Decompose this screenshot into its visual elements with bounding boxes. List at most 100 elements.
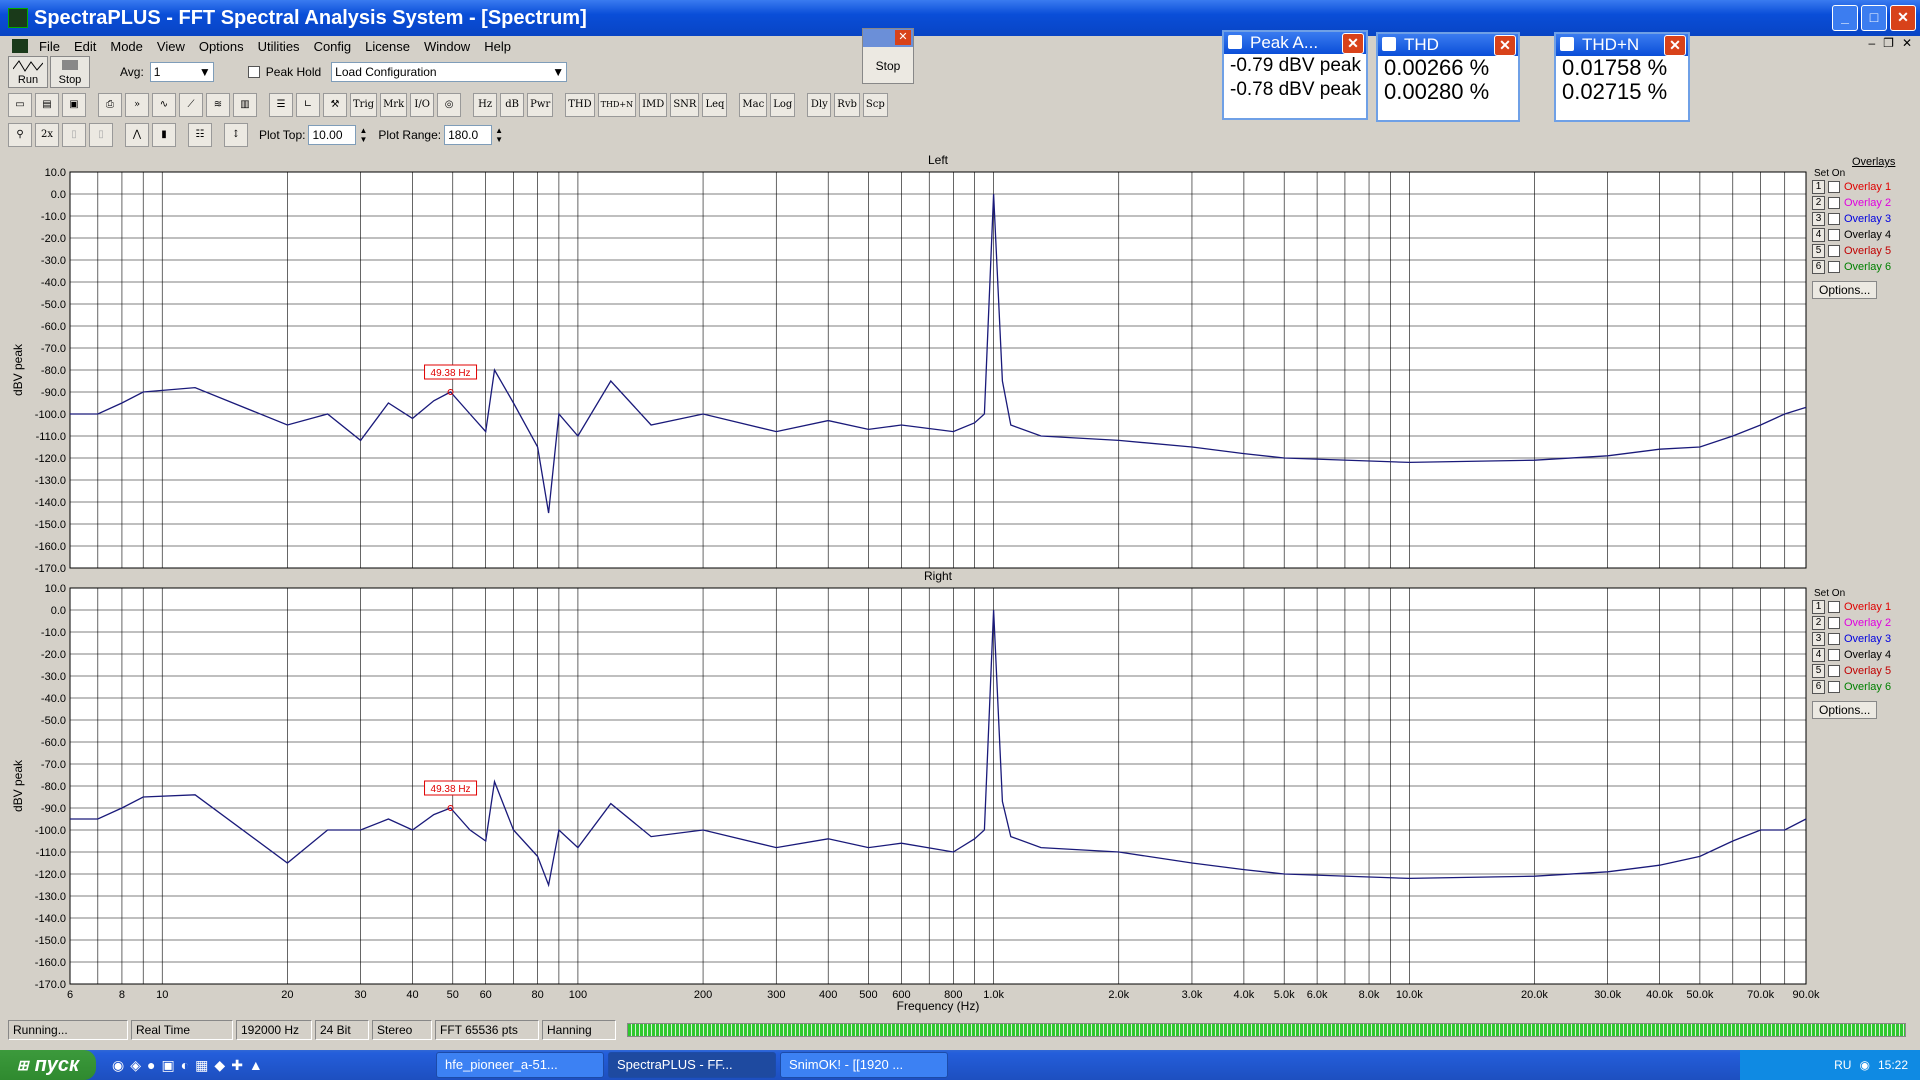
- open-folder-icon[interactable]: ▤: [35, 93, 59, 117]
- mdi-close-button[interactable]: ✕: [1902, 36, 1912, 50]
- overlay-checkbox[interactable]: [1828, 617, 1840, 629]
- overlay-options-button[interactable]: Options...: [1812, 281, 1878, 299]
- overlay-checkbox[interactable]: [1828, 181, 1840, 193]
- app-icon[interactable]: ▦: [195, 1057, 208, 1074]
- zoom-2x-icon[interactable]: 2x: [35, 123, 59, 147]
- minimize-button[interactable]: _: [1832, 5, 1858, 31]
- thd-button[interactable]: THD: [565, 93, 595, 117]
- close-icon[interactable]: ✕: [1342, 33, 1364, 54]
- signal-icon[interactable]: ∿: [152, 93, 176, 117]
- menu-file[interactable]: File: [32, 39, 67, 54]
- spectrum-charts[interactable]: Left10.00.0-10.0-20.0-30.0-40.0-50.0-60.…: [8, 152, 1914, 1016]
- snr-button[interactable]: SNR: [670, 93, 700, 117]
- mrk-button[interactable]: Mrk: [380, 93, 408, 117]
- overlay-checkbox[interactable]: [1828, 229, 1840, 241]
- overlay-set-button[interactable]: 1: [1812, 180, 1825, 194]
- overlay-checkbox[interactable]: [1828, 213, 1840, 225]
- spectrum-3d-icon[interactable]: ▥: [233, 93, 257, 117]
- menu-view[interactable]: View: [150, 39, 192, 54]
- app-icon[interactable]: ◆: [214, 1057, 225, 1074]
- rvb-button[interactable]: Rvb: [834, 93, 860, 117]
- table-icon[interactable]: ☷: [188, 123, 212, 147]
- overlay-set-button[interactable]: 3: [1812, 632, 1825, 646]
- overlay-set-button[interactable]: 6: [1812, 680, 1825, 694]
- stop-button[interactable]: Stop: [50, 56, 90, 88]
- menu-help[interactable]: Help: [477, 39, 518, 54]
- peak-hold-checkbox[interactable]: [247, 66, 260, 78]
- plot-top-input[interactable]: 10.00: [308, 125, 357, 145]
- task-document[interactable]: hfe_pioneer_a-51...: [436, 1052, 604, 1078]
- overlay-set-button[interactable]: 5: [1812, 244, 1825, 258]
- app-icon[interactable]: ◈: [130, 1057, 141, 1074]
- load-configuration-select[interactable]: Load Configuration ▼: [331, 62, 568, 82]
- overlay-checkbox[interactable]: [1828, 681, 1840, 693]
- menu-mode[interactable]: Mode: [103, 39, 150, 54]
- overlay-checkbox[interactable]: [1828, 665, 1840, 677]
- bands-icon[interactable]: ≋: [206, 93, 230, 117]
- generator-icon[interactable]: ◎: [437, 93, 462, 117]
- menu-window[interactable]: Window: [417, 39, 477, 54]
- ramp-icon[interactable]: ⟋: [179, 93, 203, 117]
- app-icon[interactable]: ▲: [249, 1057, 263, 1074]
- print-icon[interactable]: ⎙: [98, 93, 122, 117]
- menu-utilities[interactable]: Utilities: [251, 39, 307, 54]
- overlay-checkbox[interactable]: [1828, 601, 1840, 613]
- app-icon[interactable]: ✚: [231, 1057, 243, 1074]
- range-icon[interactable]: ↕: [224, 123, 248, 147]
- overlay-set-button[interactable]: 2: [1812, 616, 1825, 630]
- mdi-minimize-button[interactable]: –: [1868, 36, 1875, 50]
- overlay-checkbox[interactable]: [1828, 197, 1840, 209]
- overlay-set-button[interactable]: 6: [1812, 260, 1825, 274]
- avg-select[interactable]: 1 ▼: [149, 62, 214, 82]
- new-file-icon[interactable]: ▭: [8, 93, 32, 117]
- plot-range-spinner[interactable]: ▲ ▼: [495, 126, 503, 144]
- plot-range-input[interactable]: 180.0: [444, 125, 493, 145]
- scp-button[interactable]: Scp: [862, 93, 888, 117]
- close-button[interactable]: ✕: [1890, 5, 1916, 31]
- hz-button[interactable]: Hz: [473, 93, 498, 117]
- menu-options[interactable]: Options: [192, 39, 251, 54]
- stop-panel-button[interactable]: Stop: [863, 59, 913, 73]
- language-indicator[interactable]: RU: [1834, 1058, 1851, 1072]
- task-spectraplus[interactable]: SpectraPLUS - FF...: [608, 1052, 776, 1078]
- app-icon[interactable]: ◉: [112, 1057, 124, 1074]
- zoom-icon[interactable]: ⚲: [8, 123, 32, 147]
- overlay-checkbox[interactable]: [1828, 245, 1840, 257]
- db-button[interactable]: dB: [500, 93, 525, 117]
- overlay-set-button[interactable]: 4: [1812, 648, 1825, 662]
- peak-icon[interactable]: ⋀: [125, 123, 149, 147]
- overlay-checkbox[interactable]: [1828, 633, 1840, 645]
- trig-button[interactable]: Trig: [350, 93, 378, 117]
- menu-config[interactable]: Config: [307, 39, 359, 54]
- close-icon[interactable]: ✕: [1664, 35, 1686, 56]
- list-icon[interactable]: ☰: [269, 93, 293, 117]
- overlay-set-button[interactable]: 2: [1812, 196, 1825, 210]
- close-icon[interactable]: ✕: [895, 30, 911, 45]
- overlay-checkbox[interactable]: [1828, 261, 1840, 273]
- tool-icon[interactable]: ⚒: [323, 93, 347, 117]
- overlay-set-button[interactable]: 5: [1812, 664, 1825, 678]
- imd-button[interactable]: IMD: [639, 93, 668, 117]
- app-icon[interactable]: ●: [147, 1057, 155, 1074]
- overlay-set-button[interactable]: 1: [1812, 600, 1825, 614]
- close-icon[interactable]: ✕: [1494, 35, 1516, 56]
- overlay-set-button[interactable]: 3: [1812, 212, 1825, 226]
- overlay-options-button[interactable]: Options...: [1812, 701, 1878, 719]
- maximize-button[interactable]: □: [1861, 5, 1887, 31]
- overlay-set-button[interactable]: 4: [1812, 228, 1825, 242]
- thdn-button[interactable]: THD+N: [597, 93, 637, 117]
- save-icon[interactable]: ▣: [62, 93, 86, 117]
- bars-icon[interactable]: ▮: [152, 123, 176, 147]
- tray-icon[interactable]: ◉: [1859, 1058, 1869, 1072]
- dly-button[interactable]: Dly: [807, 93, 832, 117]
- cut-icon[interactable]: ▯: [62, 123, 86, 147]
- mdi-restore-button[interactable]: ❐: [1883, 36, 1894, 50]
- io-button[interactable]: I/O: [410, 93, 435, 117]
- start-button[interactable]: ⊞ пуск: [0, 1050, 96, 1080]
- axes-icon[interactable]: ∟: [296, 93, 320, 117]
- plot-top-spinner[interactable]: ▲ ▼: [359, 126, 367, 144]
- overlay-checkbox[interactable]: [1828, 649, 1840, 661]
- pwr-button[interactable]: Pwr: [527, 93, 554, 117]
- app-icon[interactable]: ▣: [161, 1057, 174, 1074]
- log-button[interactable]: Log: [770, 93, 796, 117]
